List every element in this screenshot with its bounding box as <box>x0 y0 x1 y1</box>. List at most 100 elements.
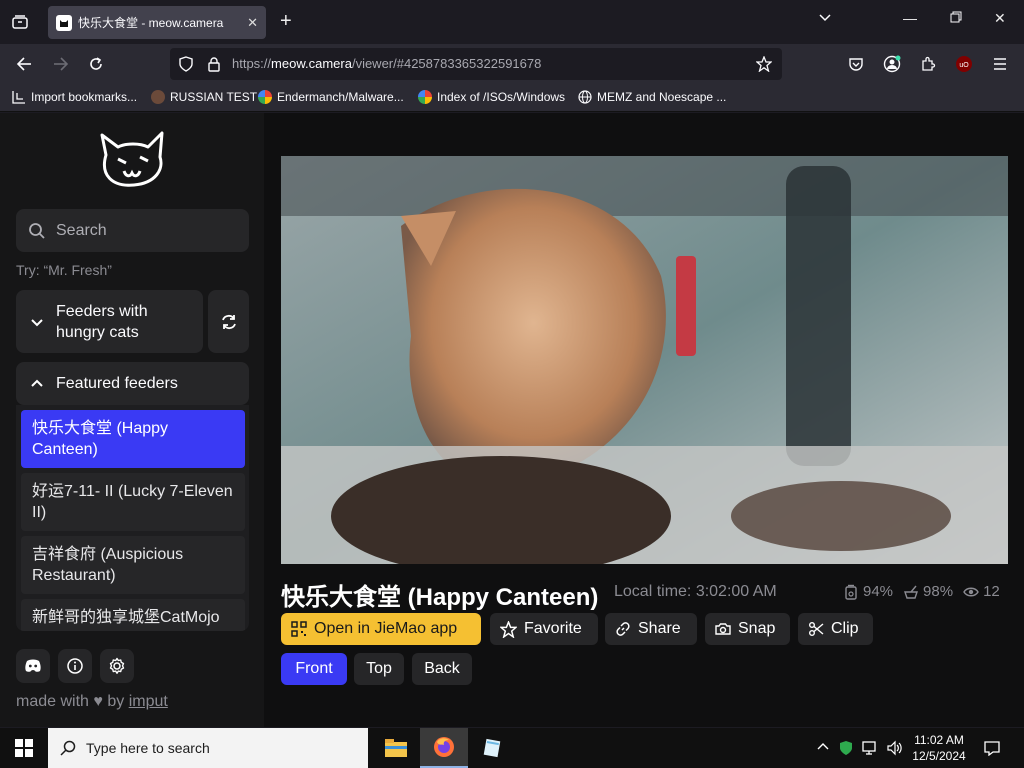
chevron-up-icon[interactable] <box>816 740 830 757</box>
feeder-item-auspicious-restaurant[interactable]: 吉祥食府 (Auspicious Restaurant) <box>21 536 245 594</box>
windows-logo-icon <box>15 739 33 757</box>
feeder-stats: 94% 98% 12 <box>843 583 1000 600</box>
site-favicon-icon <box>151 90 165 104</box>
bookmark-endermanch[interactable]: Endermanch/Malware... <box>258 90 404 104</box>
camera-stream[interactable] <box>281 156 1008 564</box>
back-icon[interactable] <box>13 53 35 75</box>
svg-text:uO: uO <box>959 62 969 69</box>
search-hint: Try: “Mr. Fresh” <box>16 262 112 278</box>
made-with-credit: made with ♥ by imput <box>16 693 168 710</box>
extensions-icon[interactable] <box>917 53 939 75</box>
forward-icon[interactable] <box>50 53 72 75</box>
camera-tab-front[interactable]: Front <box>281 653 347 685</box>
heart-icon: ♥ <box>93 693 103 710</box>
start-button[interactable] <box>0 728 48 768</box>
camera-tab-top[interactable]: Top <box>354 653 404 685</box>
close-window-icon[interactable]: ✕ <box>994 10 1006 27</box>
active-tab[interactable]: 快乐大食堂 - meow.camera ✕ <box>48 6 266 39</box>
minimize-icon[interactable]: — <box>903 10 917 26</box>
volume-icon[interactable] <box>886 740 902 759</box>
viewers-stat: 12 <box>963 583 1000 600</box>
star-icon <box>500 620 517 638</box>
hungry-feeders-toggle[interactable]: Feeders with hungry cats <box>16 290 203 353</box>
feeder-title: 快乐大食堂 (Happy Canteen) <box>281 584 599 611</box>
sidebar: Search Try: “Mr. Fresh” Feeders with hun… <box>0 113 264 727</box>
feeder-item-lucky-7-eleven[interactable]: 好运7-11- II (Lucky 7-Eleven II) <box>21 473 245 531</box>
snap-button[interactable]: Snap <box>705 613 790 645</box>
list-all-tabs-icon[interactable] <box>8 11 32 33</box>
globe-icon <box>578 90 592 104</box>
search-icon <box>29 222 45 239</box>
windows-taskbar: Type here to search 11:02 AM 12/5/2024 <box>0 728 1024 768</box>
chevron-down-icon[interactable] <box>818 10 832 27</box>
share-button[interactable]: Share <box>605 613 697 645</box>
google-icon <box>258 90 272 104</box>
info-icon <box>67 658 83 674</box>
camera-tab-back[interactable]: Back <box>412 653 472 685</box>
restore-icon[interactable] <box>950 10 962 26</box>
bookmark-memz[interactable]: MEMZ and Noescape ... <box>578 90 726 104</box>
info-button[interactable] <box>58 649 92 683</box>
account-icon[interactable] <box>881 53 903 75</box>
scissors-icon <box>809 622 824 636</box>
bookmarks-toolbar: Import bookmarks... RUSSIAN TEST Enderma… <box>0 84 1024 112</box>
food-level-stat: 94% <box>843 583 893 600</box>
settings-button[interactable] <box>100 649 134 683</box>
system-clock[interactable]: 11:02 AM 12/5/2024 <box>906 732 972 764</box>
notepad-icon[interactable] <box>468 728 516 768</box>
link-icon <box>616 622 630 636</box>
ublock-icon[interactable]: uO <box>953 53 975 75</box>
bookmark-star-icon[interactable] <box>756 56 772 72</box>
refresh-button[interactable] <box>208 290 249 353</box>
eye-icon <box>963 587 979 596</box>
page-content: Search Try: “Mr. Fresh” Feeders with hun… <box>0 113 1024 727</box>
chevron-up-icon <box>31 379 43 387</box>
featured-feeders-toggle[interactable]: Featured feeders <box>16 362 249 405</box>
author-link[interactable]: imput <box>129 693 168 710</box>
bookmark-russian-test[interactable]: RUSSIAN TEST <box>151 90 257 104</box>
feeder-list[interactable]: 快乐大食堂 (Happy Canteen) 好运7-11- II (Lucky … <box>16 405 249 631</box>
battery-stat: 98% <box>903 583 953 600</box>
file-explorer-icon[interactable] <box>372 728 420 768</box>
close-tab-icon[interactable]: ✕ <box>247 15 258 31</box>
camera-icon <box>715 623 731 635</box>
discord-button[interactable] <box>16 649 50 683</box>
firefox-icon[interactable] <box>420 728 468 768</box>
bookmark-import[interactable]: Import bookmarks... <box>12 90 137 104</box>
featured-feeders-label: Featured feeders <box>56 374 178 392</box>
refresh-icon <box>221 314 236 329</box>
qr-code-icon <box>291 621 307 637</box>
taskbar-search-input[interactable]: Type here to search <box>48 728 368 768</box>
meow-camera-logo-icon <box>100 131 164 187</box>
favorite-button[interactable]: Favorite <box>490 613 598 645</box>
cat-favicon-icon <box>56 14 72 31</box>
notifications-icon[interactable] <box>984 740 1000 759</box>
reload-icon[interactable] <box>85 53 107 75</box>
bookmark-index-isos[interactable]: Index of /ISOs/Windows <box>418 90 565 104</box>
search-icon <box>60 740 76 756</box>
defender-icon[interactable] <box>838 740 854 759</box>
hungry-feeders-label: Feeders with hungry cats <box>56 302 148 341</box>
discord-icon <box>25 659 41 672</box>
clip-button[interactable]: Clip <box>798 613 873 645</box>
pocket-icon[interactable] <box>845 53 867 75</box>
url-text[interactable]: https://meow.camera/viewer/#425878336532… <box>232 56 541 71</box>
shield-icon[interactable] <box>178 56 194 72</box>
feeder-item-catmojo[interactable]: 新鲜哥的独享城堡CatMojo <box>21 599 245 631</box>
food-bag-icon <box>845 584 857 600</box>
gear-icon <box>109 657 125 674</box>
navigation-toolbar: https://meow.camera/viewer/#425878336532… <box>0 44 1024 84</box>
open-in-app-button[interactable]: Open in JieMao app <box>281 613 481 645</box>
address-bar[interactable]: https://meow.camera/viewer/#425878336532… <box>170 48 782 80</box>
cat-video-frame <box>281 156 1008 564</box>
tab-bar: 快乐大食堂 - meow.camera ✕ + — ✕ <box>0 0 1024 44</box>
search-input[interactable]: Search <box>16 209 249 252</box>
chevron-down-icon <box>31 318 43 326</box>
bowl-icon <box>904 585 919 599</box>
new-tab-icon[interactable]: + <box>280 10 292 33</box>
network-icon[interactable] <box>862 740 880 759</box>
lock-icon[interactable] <box>206 56 222 72</box>
menu-icon[interactable] <box>989 53 1011 75</box>
feeder-item-happy-canteen[interactable]: 快乐大食堂 (Happy Canteen) <box>21 410 245 468</box>
google-icon <box>418 90 432 104</box>
